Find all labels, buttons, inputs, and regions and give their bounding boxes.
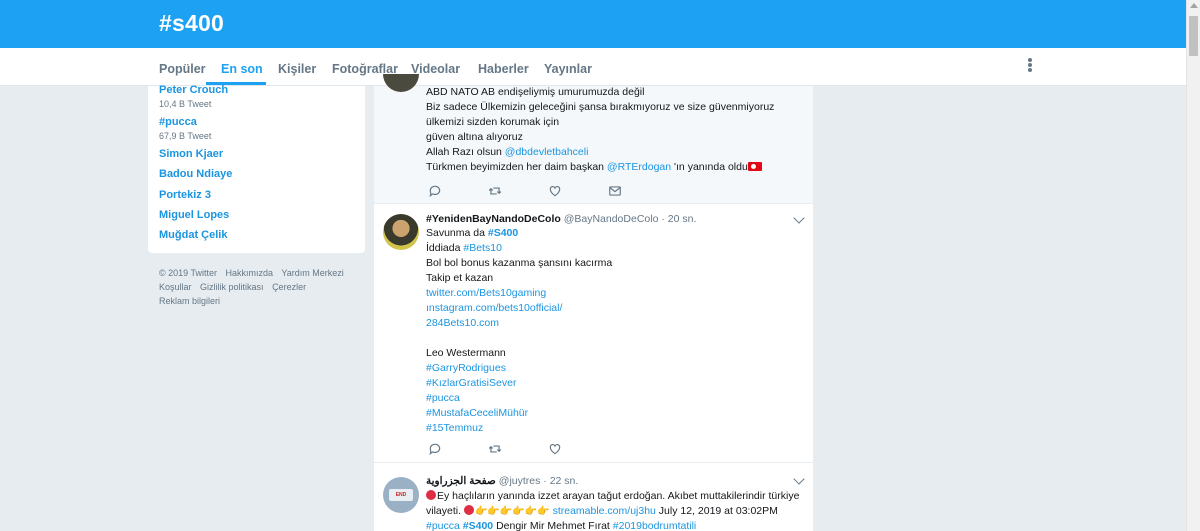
hashtag-link[interactable]: #15Temmuz bbox=[426, 421, 612, 436]
tab-news[interactable]: Haberler bbox=[478, 62, 529, 76]
footer-copyright: © 2019 Twitter bbox=[159, 268, 217, 278]
trend-item[interactable]: Portekiz 3 bbox=[159, 189, 211, 201]
hashtag-link[interactable]: #Bets10 bbox=[463, 242, 502, 254]
avatar[interactable] bbox=[383, 214, 419, 250]
avatar[interactable] bbox=[383, 74, 419, 92]
retweet-icon[interactable] bbox=[488, 442, 502, 456]
top-header: #s400 bbox=[0, 0, 1186, 48]
hashtag-link[interactable]: #2019bodrumtatili bbox=[613, 520, 696, 531]
tweet-text: Ey haçlıların yanında izzet arayan tağut… bbox=[426, 490, 800, 531]
scroll-up-arrow-icon[interactable] bbox=[1190, 3, 1198, 8]
footer-link-privacy[interactable]: Gizlilik politikası bbox=[200, 282, 264, 292]
hashtag-link[interactable]: #S400 bbox=[463, 520, 493, 531]
search-tabs-bar: Popüler En son Kişiler Fotoğraflar Video… bbox=[0, 48, 1186, 86]
footer-link-help[interactable]: Yardım Merkezi bbox=[281, 268, 343, 278]
tweet-author-name[interactable]: #YenidenBayNandoDeColo bbox=[426, 213, 561, 225]
footer-link-terms[interactable]: Koşullar bbox=[159, 282, 192, 292]
hashtag-link[interactable]: #S400 bbox=[488, 227, 518, 239]
direct-message-icon[interactable] bbox=[608, 184, 622, 198]
trend-item[interactable]: Simon Kjaer bbox=[159, 148, 223, 160]
more-options-icon[interactable] bbox=[1027, 58, 1033, 74]
url-link[interactable]: ınstagram.com/bets10official/ bbox=[426, 301, 612, 316]
trend-item[interactable]: #pucca 67,9 B Tweet bbox=[159, 116, 211, 141]
hashtag-link[interactable]: #MustafaCeceliMühür bbox=[426, 406, 612, 421]
trend-item[interactable]: Muğdat Çelik bbox=[159, 229, 227, 241]
red-circle-emoji-icon bbox=[463, 505, 474, 515]
trend-name: Peter Crouch bbox=[159, 84, 229, 96]
like-icon[interactable] bbox=[548, 442, 562, 456]
trend-name: Muğdat Çelik bbox=[159, 229, 228, 241]
trend-name: Miguel Lopes bbox=[159, 209, 230, 221]
url-link[interactable]: streamable.com/uj3hu bbox=[553, 505, 656, 517]
tab-broadcasts[interactable]: Yayınlar bbox=[544, 62, 592, 76]
tweet-author-handle[interactable]: @juytres bbox=[499, 475, 541, 487]
tweet-header: #YenidenBayNandoDeColo @BayNandoDeColo ·… bbox=[426, 213, 696, 225]
url-link[interactable]: 284Bets10.com bbox=[426, 316, 612, 331]
trend-item[interactable]: Peter Crouch 10,4 B Tweet bbox=[159, 84, 228, 109]
trend-tweet-count: 67,9 B Tweet bbox=[159, 131, 212, 141]
tweet-timestamp[interactable]: · 20 sn. bbox=[661, 213, 696, 225]
trend-name: Simon Kjaer bbox=[159, 148, 224, 160]
tab-latest[interactable]: En son bbox=[221, 62, 263, 76]
hashtag-link[interactable]: #KızlarGratisiSever bbox=[426, 376, 612, 391]
hashtag-link[interactable]: #pucca bbox=[426, 391, 612, 406]
tweet[interactable]: #YenidenBayNandoDeColo @BayNandoDeColo ·… bbox=[374, 205, 813, 463]
trend-name: #pucca bbox=[159, 116, 197, 128]
footer-link-about[interactable]: Hakkımızda bbox=[226, 268, 274, 278]
tweet-timestamp[interactable]: · 22 sn. bbox=[543, 475, 578, 487]
tweet-author-name[interactable]: صفحة الجزراوية bbox=[426, 475, 496, 487]
tweet[interactable]: END صفحة الجزراوية @juytres · 22 sn. Ey … bbox=[374, 464, 813, 531]
avatar[interactable]: END bbox=[383, 477, 419, 513]
scroll-thumb[interactable] bbox=[1189, 16, 1198, 56]
trend-name: Badou Ndiaye bbox=[159, 168, 233, 180]
hashtag-link[interactable]: #GarryRodrigues bbox=[426, 361, 612, 376]
turkey-flag-icon bbox=[747, 162, 762, 171]
tweet-text: ABD NATO AB endişeliymiş umurumuzda deği… bbox=[426, 86, 775, 173]
tab-people[interactable]: Kişiler bbox=[278, 62, 316, 76]
trend-item[interactable]: Badou Ndiaye bbox=[159, 168, 232, 180]
trends-module: Peter Crouch 10,4 B Tweet #pucca 67,9 B … bbox=[148, 84, 365, 253]
mention-link[interactable]: @dbdevletbahceli bbox=[505, 146, 589, 158]
chevron-down-icon[interactable] bbox=[793, 473, 805, 485]
tweet-timeline: ABD NATO AB endişeliymiş umurumuzda deği… bbox=[374, 74, 813, 531]
tab-popular[interactable]: Popüler bbox=[159, 62, 206, 76]
red-circle-emoji-icon bbox=[426, 490, 436, 500]
tweet[interactable]: ABD NATO AB endişeliymiş umurumuzda deği… bbox=[374, 74, 813, 204]
trend-tweet-count: 10,4 B Tweet bbox=[159, 99, 212, 109]
pointing-hand-emoji-icon: 👉👉👉👉👉👉 bbox=[474, 506, 550, 517]
tweet-author-handle[interactable]: @BayNandoDeColo bbox=[564, 213, 659, 225]
url-link[interactable]: twitter.com/Bets10gaming bbox=[426, 286, 612, 301]
footer-link-ads[interactable]: Reklam bilgileri bbox=[159, 296, 220, 306]
avatar-badge-text: END bbox=[389, 489, 413, 501]
footer-link-cookies[interactable]: Çerezler bbox=[272, 282, 306, 292]
like-icon[interactable] bbox=[548, 184, 562, 198]
trend-name: Portekiz 3 bbox=[159, 189, 211, 201]
hashtag-link[interactable]: #pucca bbox=[426, 520, 460, 531]
tweet-header: صفحة الجزراوية @juytres · 22 sn. bbox=[426, 475, 578, 487]
window-scrollbar[interactable] bbox=[1186, 0, 1200, 531]
trend-item[interactable]: Miguel Lopes bbox=[159, 209, 229, 221]
reply-icon[interactable] bbox=[428, 442, 442, 456]
retweet-icon[interactable] bbox=[488, 184, 502, 198]
mention-link[interactable]: @RTErdogan bbox=[607, 161, 671, 173]
reply-icon[interactable] bbox=[428, 184, 442, 198]
chevron-down-icon[interactable] bbox=[793, 212, 805, 224]
site-footer: © 2019 Twitter Hakkımızda Yardım Merkezi… bbox=[159, 266, 359, 308]
tweet-text: Savunma da #S400 İddiada #Bets10 Bol bol… bbox=[426, 227, 613, 436]
search-title: #s400 bbox=[159, 10, 224, 36]
